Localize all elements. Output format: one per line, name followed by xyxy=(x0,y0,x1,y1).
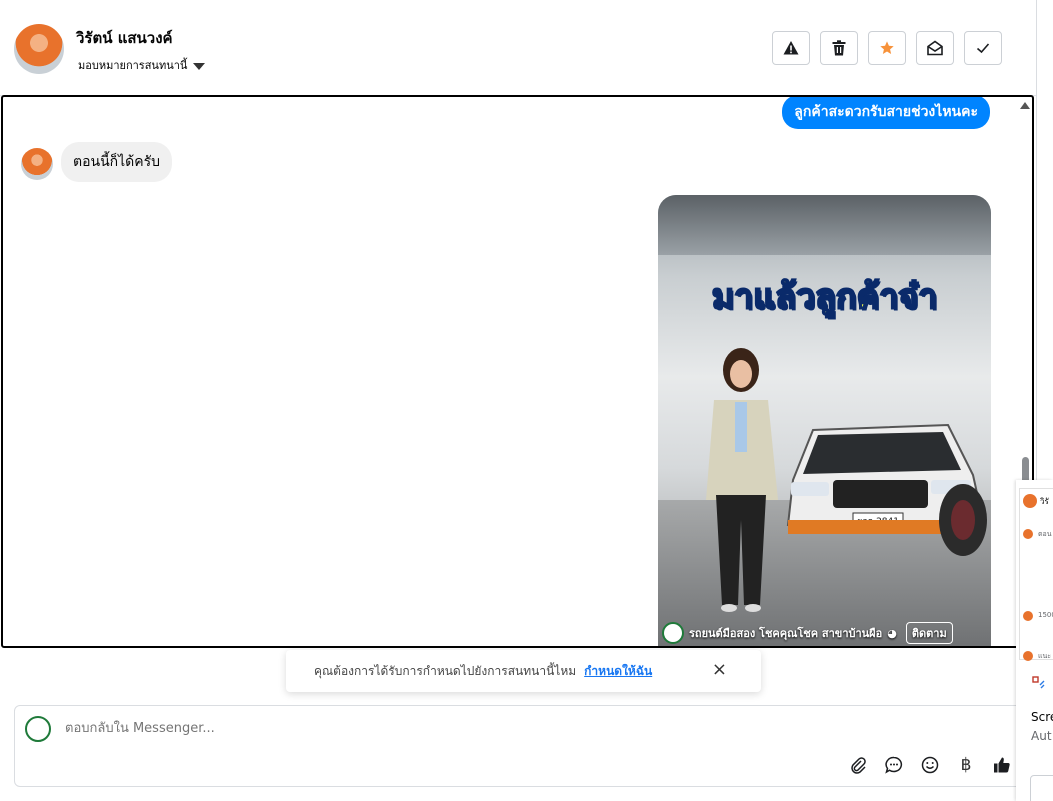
report-button[interactable] xyxy=(772,31,810,65)
baht-icon[interactable]: ฿ xyxy=(955,754,977,776)
overlay-card-title: Scre xyxy=(1031,710,1053,724)
outgoing-message: ลูกค้าสะดวกรับสายช่วงไหนคะ xyxy=(782,97,990,129)
mini-avatar xyxy=(1023,494,1037,508)
mini-avatar-4 xyxy=(1023,651,1033,661)
overlay-card-subtitle: Aut xyxy=(1031,729,1052,743)
emoji-icon[interactable] xyxy=(919,754,941,776)
message-thread[interactable]: ลูกค้าสะดวกรับสายช่วงไหนคะ ตอนนี้ก็ได้คร… xyxy=(1,95,1034,648)
trash-icon xyxy=(832,40,846,56)
video-attachment[interactable]: มาแล้วลูกค้าจ๋า ยกล 2841 xyxy=(658,195,991,646)
presenter-image xyxy=(706,348,778,612)
mini-conversation-preview: วิรั ตอน 1500 แนะ xyxy=(1019,488,1053,661)
reply-composer: ฿ xyxy=(14,705,1034,787)
video-caption: รถยนต์มือสอง โชคคุณโชค สาขาบ้านผือ ◕ ติด… xyxy=(662,622,953,644)
incoming-message: ตอนนี้ก็ได้ครับ xyxy=(61,142,173,182)
assign-label: มอบหมายการสนทนานี้ xyxy=(78,59,188,72)
overlay-card-button[interactable] xyxy=(1030,775,1053,801)
page-logo-icon xyxy=(662,622,684,644)
mark-done-button[interactable] xyxy=(964,31,1002,65)
thumbs-up-icon[interactable] xyxy=(991,754,1013,776)
page-avatar xyxy=(25,716,51,742)
reply-input[interactable] xyxy=(63,720,667,737)
extension-icon[interactable] xyxy=(1032,675,1046,694)
video-background xyxy=(658,195,991,255)
mini-line-3: แนะ xyxy=(1038,652,1052,660)
contact-name[interactable]: วิรัตน์ แสนวงค์ xyxy=(76,26,173,50)
conversation-window: วิรัตน์ แสนวงค์ มอบหมายการสนทนานี้ ลูกค้… xyxy=(0,0,1037,801)
star-icon xyxy=(880,41,894,54)
mini-avatar-2 xyxy=(1023,529,1033,539)
assign-to-me-link[interactable]: กำหนดให้ฉัน xyxy=(584,662,652,681)
scroll-up-arrow[interactable] xyxy=(1020,102,1030,109)
mini-line-1: ตอน xyxy=(1038,530,1052,538)
paperclip-icon[interactable] xyxy=(847,754,869,776)
conversation-header: วิรัตน์ แสนวงค์ มอบหมายการสนทนานี้ xyxy=(0,0,1036,96)
contact-avatar[interactable] xyxy=(14,24,64,74)
side-overlay-window[interactable]: วิรั ตอน 1500 แนะ Scre Aut xyxy=(1016,480,1053,801)
mini-avatar-3 xyxy=(1023,611,1033,621)
star-button[interactable] xyxy=(868,31,906,65)
video-caption-text: รถยนต์มือสอง โชคคุณโชค สาขาบ้านผือ xyxy=(689,627,883,640)
assignment-prompt-text: คุณต้องการได้รับการกำหนดไปยังการสนทนานี้… xyxy=(314,663,577,678)
verified-icon: ◕ xyxy=(887,626,897,640)
check-icon xyxy=(976,43,990,54)
follow-button[interactable]: ติดตาม xyxy=(905,622,953,644)
delete-button[interactable] xyxy=(820,31,858,65)
warning-icon xyxy=(783,41,799,55)
envelope-open-icon xyxy=(927,40,943,56)
mini-name: วิรั xyxy=(1040,497,1049,506)
sender-avatar[interactable] xyxy=(21,148,53,180)
close-icon[interactable]: × xyxy=(712,661,727,679)
saved-reply-icon[interactable] xyxy=(883,754,905,776)
car-image: ยกล 2841 xyxy=(786,423,987,556)
caret-down-icon xyxy=(193,62,206,70)
mini-line-2: 1500 xyxy=(1038,611,1053,619)
assignment-prompt: คุณต้องการได้รับการกำหนดไปยังการสนทนานี้… xyxy=(286,650,761,692)
assign-conversation-dropdown[interactable]: มอบหมายการสนทนานี้ xyxy=(78,56,206,74)
video-overlay-title: มาแล้วลูกค้าจ๋า xyxy=(711,276,939,318)
mark-unread-button[interactable] xyxy=(916,31,954,65)
